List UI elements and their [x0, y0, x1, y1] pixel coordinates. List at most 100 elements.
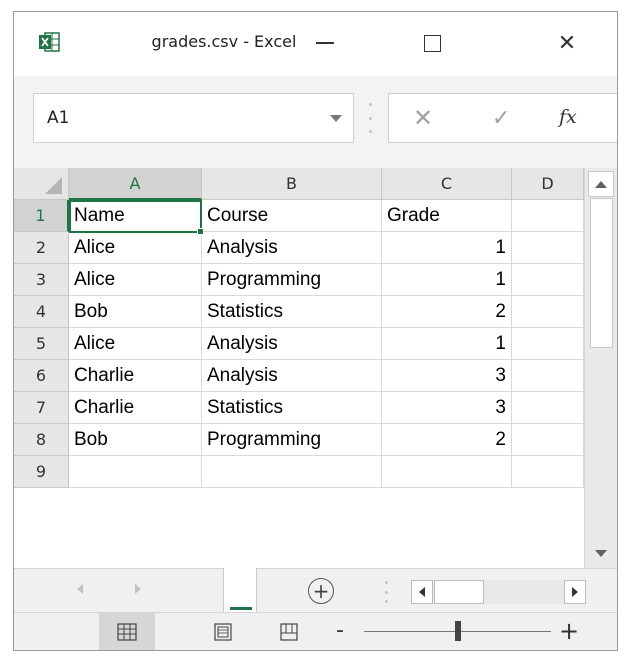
cell-a1[interactable]: Name [69, 200, 202, 232]
cell-a8[interactable]: Bob [69, 424, 202, 456]
scroll-right-button[interactable] [564, 580, 586, 604]
arrow-down-icon [595, 549, 607, 557]
normal-view-icon [117, 623, 137, 641]
column-header-c[interactable]: C [382, 168, 512, 200]
cell-b3[interactable]: Programming [202, 264, 382, 296]
insert-function-icon[interactable]: fx [559, 106, 577, 128]
excel-window: grades.csv - Excel ✕ A1 ✕ ✓ fx ABCD 1 2 … [13, 11, 618, 651]
cell-b6[interactable]: Analysis [202, 360, 382, 392]
maximize-button[interactable] [409, 20, 455, 66]
row-header-7[interactable]: 7 [14, 392, 69, 424]
cell-a7[interactable]: Charlie [69, 392, 202, 424]
cell-d4[interactable] [512, 296, 584, 328]
cell-c1[interactable]: Grade [382, 200, 512, 232]
arrow-up-icon [595, 180, 607, 188]
cell-d3[interactable] [512, 264, 584, 296]
cell-b2[interactable]: Analysis [202, 232, 382, 264]
cell-a5[interactable]: Alice [69, 328, 202, 360]
row-header-1[interactable]: 1 [14, 200, 69, 232]
scroll-left-button[interactable] [411, 580, 433, 604]
status-bar: - + [14, 612, 617, 650]
cell-a9[interactable] [69, 456, 202, 488]
vertical-scroll-thumb[interactable] [590, 198, 613, 348]
arrow-left-icon [419, 587, 425, 597]
maximize-icon [423, 34, 441, 52]
name-box[interactable]: A1 [33, 93, 354, 143]
scroll-down-button[interactable] [588, 540, 614, 566]
cell-b1[interactable]: Course [202, 200, 382, 232]
row-header-4[interactable]: 4 [14, 296, 69, 328]
cell-c4[interactable]: 2 [382, 296, 512, 328]
minimize-button[interactable] [302, 20, 348, 66]
row-header-5[interactable]: 5 [14, 328, 69, 360]
cell-a6[interactable]: Charlie [69, 360, 202, 392]
horizontal-scroll-thumb[interactable] [434, 580, 484, 604]
tab-split-handle-icon[interactable] [385, 581, 388, 603]
sheet-tab-bar: + [14, 568, 617, 614]
close-icon: ✕ [557, 30, 577, 56]
arrow-right-icon [572, 587, 578, 597]
cell-d8[interactable] [512, 424, 584, 456]
cell-c3[interactable]: 1 [382, 264, 512, 296]
cell-c9[interactable] [382, 456, 512, 488]
cell-c6[interactable]: 3 [382, 360, 512, 392]
cancel-icon[interactable]: ✕ [413, 104, 433, 132]
spreadsheet-grid: ABCD 123456789 Name Course Grade Alice Analy… [14, 168, 617, 568]
column-header-d[interactable]: D [512, 168, 584, 200]
name-box-value: A1 [47, 108, 70, 128]
formula-bar: A1 ✕ ✓ fx [14, 76, 617, 168]
plus-icon: + [312, 579, 330, 603]
cell-d1[interactable] [512, 200, 584, 232]
close-button[interactable]: ✕ [544, 20, 590, 66]
row-header-6[interactable]: 6 [14, 360, 69, 392]
select-all-icon [45, 177, 62, 194]
new-sheet-button[interactable]: + [308, 578, 334, 604]
select-all-button[interactable] [14, 168, 69, 200]
row-header-2[interactable]: 2 [14, 232, 69, 264]
active-sheet-indicator [230, 607, 252, 610]
horizontal-scrollbar[interactable] [411, 580, 586, 604]
cell-b7[interactable]: Statistics [202, 392, 382, 424]
formula-input[interactable]: ✕ ✓ fx [388, 93, 617, 143]
fill-handle[interactable] [197, 228, 204, 235]
page-break-icon [280, 623, 298, 641]
zoom-in-button[interactable]: + [559, 617, 579, 645]
cell-c2[interactable]: 1 [382, 232, 512, 264]
cell-c7[interactable]: 3 [382, 392, 512, 424]
title-bar: grades.csv - Excel ✕ [14, 12, 617, 76]
cell-d5[interactable] [512, 328, 584, 360]
vertical-scrollbar[interactable] [584, 168, 617, 568]
cell-d7[interactable] [512, 392, 584, 424]
cell-d6[interactable] [512, 360, 584, 392]
window-title: grades.csv - Excel [151, 32, 297, 51]
previous-sheet-icon[interactable] [77, 584, 83, 594]
column-header-a[interactable]: A [69, 168, 202, 200]
enter-icon[interactable]: ✓ [492, 106, 510, 131]
cell-b5[interactable]: Analysis [202, 328, 382, 360]
page-layout-icon [214, 623, 232, 641]
cell-b8[interactable]: Programming [202, 424, 382, 456]
zoom-slider-thumb[interactable] [454, 621, 461, 641]
row-header-8[interactable]: 8 [14, 424, 69, 456]
page-break-view-button[interactable] [261, 613, 317, 650]
scroll-up-button[interactable] [588, 171, 614, 197]
cell-a3[interactable]: Alice [69, 264, 202, 296]
row-header-3[interactable]: 3 [14, 264, 69, 296]
normal-view-button[interactable] [99, 613, 155, 650]
zoom-out-button[interactable]: - [336, 618, 344, 643]
cell-d9[interactable] [512, 456, 584, 488]
chevron-down-icon[interactable] [330, 115, 342, 122]
cell-b9[interactable] [202, 456, 382, 488]
formula-bar-divider-icon[interactable] [369, 103, 372, 133]
column-header-b[interactable]: B [202, 168, 382, 200]
cell-b4[interactable]: Statistics [202, 296, 382, 328]
cell-c5[interactable]: 1 [382, 328, 512, 360]
cell-c8[interactable]: 2 [382, 424, 512, 456]
cell-a2[interactable]: Alice [69, 232, 202, 264]
next-sheet-icon[interactable] [135, 584, 141, 594]
row-header-9[interactable]: 9 [14, 456, 69, 488]
cell-a4[interactable]: Bob [69, 296, 202, 328]
page-layout-view-button[interactable] [195, 613, 251, 650]
sheet-tab[interactable] [223, 568, 257, 614]
cell-d2[interactable] [512, 232, 584, 264]
